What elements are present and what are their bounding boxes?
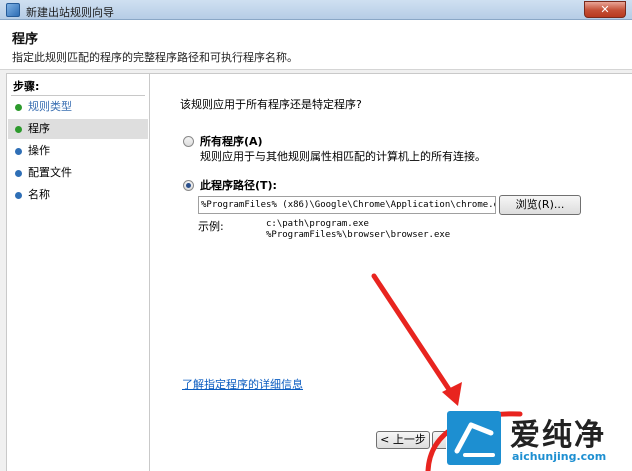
watermark-url: aichunjing.com xyxy=(512,450,607,463)
window-titlebar: 新建出站规则向导 ✕ xyxy=(0,0,632,20)
watermark-text: 爱纯净 xyxy=(510,418,606,453)
next-button[interactable] xyxy=(432,431,446,449)
steps-divider xyxy=(11,95,145,96)
step-label: 名称 xyxy=(28,188,50,201)
back-button[interactable]: < 上一步 xyxy=(376,431,430,449)
program-path-input[interactable]: %ProgramFiles% (x86)\Google\Chrome\Appli… xyxy=(198,196,496,214)
browse-button[interactable]: 浏览(R)... xyxy=(499,195,581,215)
all-programs-description: 规则应用于与其他规则属性相匹配的计算机上的所有连接。 xyxy=(200,150,486,163)
learn-more-link[interactable]: 了解指定程序的详细信息 xyxy=(182,376,303,392)
step-label: 配置文件 xyxy=(28,166,72,179)
step-pending-dot-icon xyxy=(15,192,22,199)
close-button[interactable]: ✕ xyxy=(584,1,626,18)
steps-title: 步骤: xyxy=(13,80,40,93)
page-title: 程序 xyxy=(12,32,39,47)
close-icon: ✕ xyxy=(600,3,610,16)
firewall-app-icon xyxy=(6,3,20,17)
example-line: c:\path\program.exe xyxy=(266,219,369,229)
step-done-dot-icon xyxy=(15,104,22,111)
step-pending-dot-icon xyxy=(15,148,22,155)
all-programs-label[interactable]: 所有程序(A) xyxy=(200,133,263,149)
step-program[interactable]: 程序 xyxy=(8,119,148,139)
steps-panel: 步骤: 规则类型 程序 操作 配置文件 名称 xyxy=(6,73,150,471)
program-path-radio[interactable] xyxy=(183,180,194,191)
step-label: 程序 xyxy=(28,122,50,135)
page-description: 指定此规则匹配的程序的完整程序路径和可执行程序名称。 xyxy=(12,51,298,64)
watermark-logo-icon xyxy=(447,411,501,465)
example-label: 示例: xyxy=(198,220,224,233)
question-text: 该规则应用于所有程序还是特定程序? xyxy=(180,98,362,111)
step-current-dot-icon xyxy=(15,126,22,133)
step-profile[interactable]: 配置文件 xyxy=(8,163,148,183)
step-pending-dot-icon xyxy=(15,170,22,177)
step-label: 规则类型 xyxy=(28,100,72,113)
step-label: 操作 xyxy=(28,144,50,157)
all-programs-radio[interactable] xyxy=(183,136,194,147)
window-title: 新建出站规则向导 xyxy=(26,6,114,19)
program-path-label[interactable]: 此程序路径(T): xyxy=(200,177,277,193)
step-rule-type[interactable]: 规则类型 xyxy=(8,97,148,117)
example-line: %ProgramFiles%\browser\browser.exe xyxy=(266,230,451,240)
step-name[interactable]: 名称 xyxy=(8,185,148,205)
step-action[interactable]: 操作 xyxy=(8,141,148,161)
wizard-header: 程序 指定此规则匹配的程序的完整程序路径和可执行程序名称。 xyxy=(0,20,632,70)
